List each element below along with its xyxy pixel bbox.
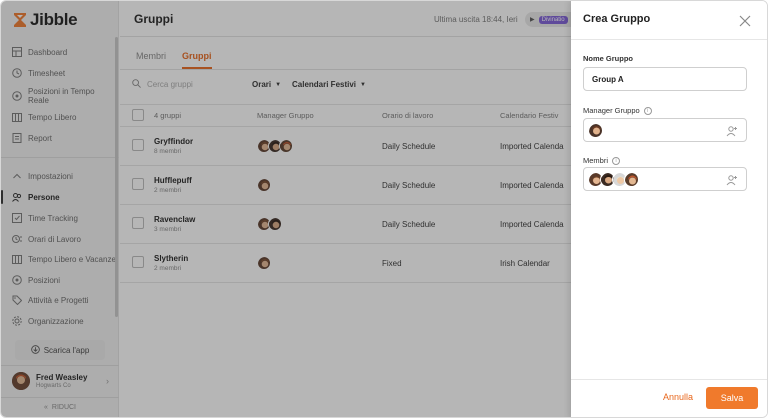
member-avatars (588, 172, 639, 187)
members-label-text: Membri (583, 156, 609, 165)
info-icon[interactable]: i (643, 107, 652, 116)
info-icon[interactable]: i (612, 157, 621, 166)
drawer-header-divider (571, 39, 767, 40)
group-name-input[interactable]: Group A (583, 67, 747, 91)
drawer-title: Crea Gruppo (583, 13, 651, 25)
group-manager-label: Manager Gruppo i (583, 106, 652, 116)
manager-avatars (588, 123, 603, 138)
group-manager-select[interactable] (583, 118, 747, 142)
app-window: Jibble Dashboard Timesheet Posizioni in … (0, 0, 768, 418)
drawer-footer: Annulla Salva (571, 379, 767, 417)
group-manager-label-text: Manager Gruppo (583, 106, 640, 115)
cancel-button[interactable]: Annulla (663, 392, 693, 402)
avatar (624, 172, 639, 187)
add-user-icon[interactable] (726, 125, 738, 137)
members-label: Membri i (583, 156, 621, 166)
avatar (588, 123, 603, 138)
close-icon[interactable] (739, 15, 751, 27)
create-group-drawer: Crea Gruppo Nome Gruppo Group A Manager … (571, 1, 767, 417)
members-select[interactable] (583, 167, 747, 191)
group-name-label: Nome Gruppo (583, 54, 633, 63)
save-button[interactable]: Salva (706, 387, 758, 409)
modal-overlay[interactable] (1, 1, 571, 417)
add-user-icon[interactable] (726, 174, 738, 186)
